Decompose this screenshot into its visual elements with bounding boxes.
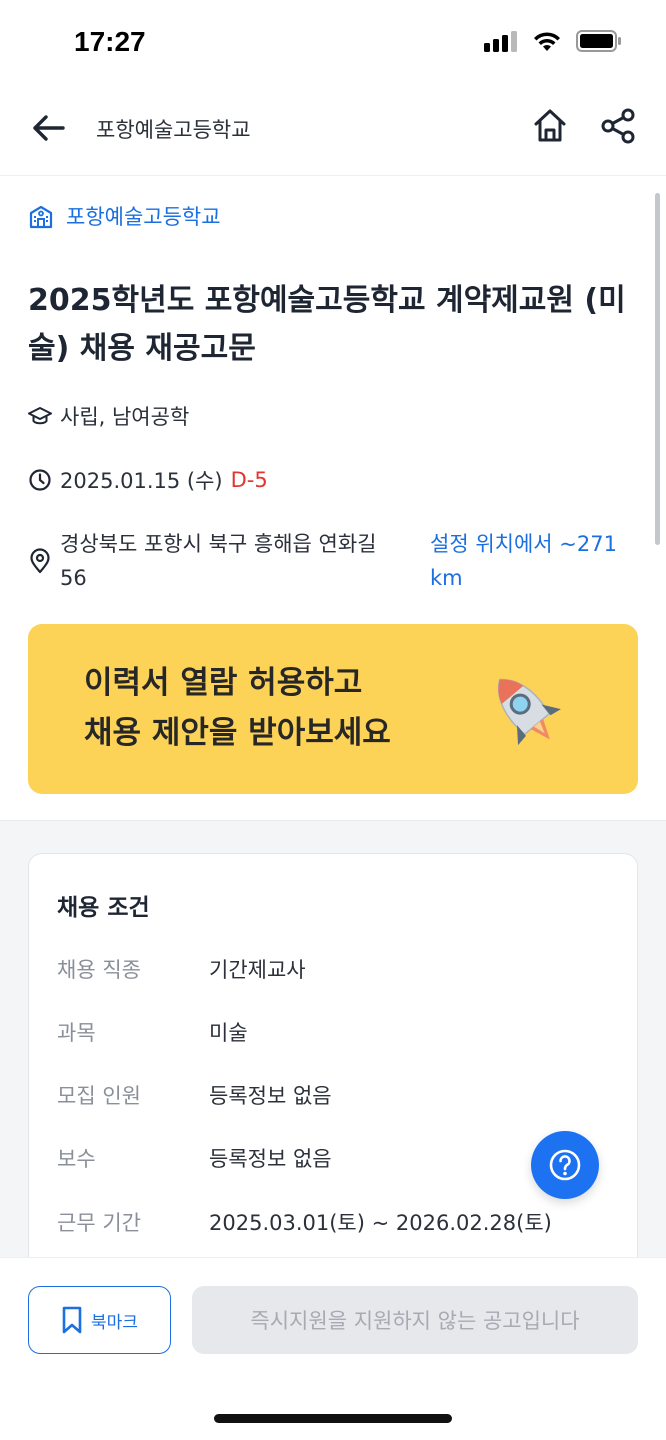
banner-line-2: 채용 제안을 받아보세요 <box>84 715 391 751</box>
share-icon <box>601 108 635 144</box>
location-pin-icon <box>30 548 50 574</box>
app-header: 포항예술고등학교 <box>0 88 666 176</box>
condition-value: 등록정보 없음 <box>209 1147 332 1171</box>
bookmark-label: 북마크 <box>91 1312 138 1333</box>
wifi-icon <box>534 32 560 51</box>
condition-label: 채용 직종 <box>57 958 141 982</box>
condition-value: 미술 <box>209 1021 248 1045</box>
condition-row: 근무 기간 2025.03.01(토) ~ 2026.02.28(토) <box>57 1207 552 1237</box>
condition-value: 기간제교사 <box>209 958 306 982</box>
condition-label: 근무 기간 <box>57 1211 141 1235</box>
condition-row: 보수 등록정보 없음 <box>57 1143 332 1173</box>
bookmark-button[interactable]: 북마크 <box>28 1286 171 1354</box>
help-button[interactable] <box>531 1131 599 1199</box>
header-title: 포항예술고등학교 <box>96 118 251 142</box>
condition-row: 채용 직종 기간제교사 <box>57 954 306 984</box>
back-button[interactable] <box>28 108 68 148</box>
condition-label: 모집 인원 <box>57 1084 141 1108</box>
clock-icon <box>29 469 51 491</box>
resume-promo-banner[interactable]: 이력서 열람 허용하고 채용 제안을 받아보세요 <box>28 624 638 794</box>
status-bar: 17:27 <box>0 0 666 88</box>
deadline-row: 2025.01.15 (수) D-5 <box>28 465 268 495</box>
apply-button-disabled[interactable]: 즉시지원을 지원하지 않는 공고입니다 <box>192 1286 638 1354</box>
content-area[interactable]: 포항예술고등학교 2025학년도 포항예술고등학교 계약제교원 (미술) 채용 … <box>0 177 666 1257</box>
condition-value: 등록정보 없음 <box>209 1084 332 1108</box>
school-type: 사립, 남여공학 <box>60 405 190 429</box>
question-mark-icon <box>549 1149 581 1181</box>
banner-text: 이력서 열람 허용하고 채용 제안을 받아보세요 <box>84 658 391 758</box>
dday-badge: D-5 <box>230 468 268 492</box>
home-icon <box>534 109 566 142</box>
conditions-card: 채용 조건 채용 직종 기간제교사 과목 미술 모집 인원 등록정보 없음 보수… <box>28 853 638 1257</box>
bookmark-icon <box>62 1306 82 1334</box>
banner-line-1: 이력서 열람 허용하고 <box>84 665 363 701</box>
status-time: 17:27 <box>74 26 146 57</box>
arrow-left-icon <box>33 115 65 141</box>
school-type-row: 사립, 남여공학 <box>28 401 189 431</box>
condition-label: 과목 <box>57 1021 96 1045</box>
graduation-cap-icon <box>28 407 52 425</box>
post-title: 2025학년도 포항예술고등학교 계약제교원 (미술) 채용 재공고문 <box>28 283 626 366</box>
bottom-action-bar: 북마크 즉시지원을 지원하지 않는 공고입니다 <box>0 1257 666 1440</box>
address-text: 경상북도 포항시 북구 흥해읍 연화길 56 <box>60 532 377 590</box>
distance-text[interactable]: 설정 위치에서 ~271 km <box>430 527 630 595</box>
rocket-icon <box>497 678 561 746</box>
school-link[interactable]: 포항예술고등학교 <box>28 201 221 231</box>
home-indicator <box>214 1414 452 1423</box>
battery-icon <box>576 30 621 52</box>
condition-value: 2025.03.01(토) ~ 2026.02.28(토) <box>209 1211 552 1235</box>
address-row: 경상북도 포항시 북구 흥해읍 연화길 56 설정 위치에서 ~271 km <box>28 527 630 595</box>
home-button[interactable] <box>530 106 570 146</box>
cellular-signal-icon <box>484 31 517 52</box>
scrollbar[interactable] <box>655 193 660 545</box>
condition-row: 과목 미술 <box>57 1017 248 1047</box>
condition-row: 모집 인원 등록정보 없음 <box>57 1080 332 1110</box>
conditions-title: 채용 조건 <box>57 895 150 921</box>
condition-label: 보수 <box>57 1147 96 1171</box>
share-button[interactable] <box>598 106 638 146</box>
deadline-date: 2025.01.15 (수) <box>60 469 223 493</box>
school-building-icon <box>29 205 53 229</box>
school-link-label: 포항예술고등학교 <box>66 205 221 229</box>
status-icons <box>484 30 622 52</box>
